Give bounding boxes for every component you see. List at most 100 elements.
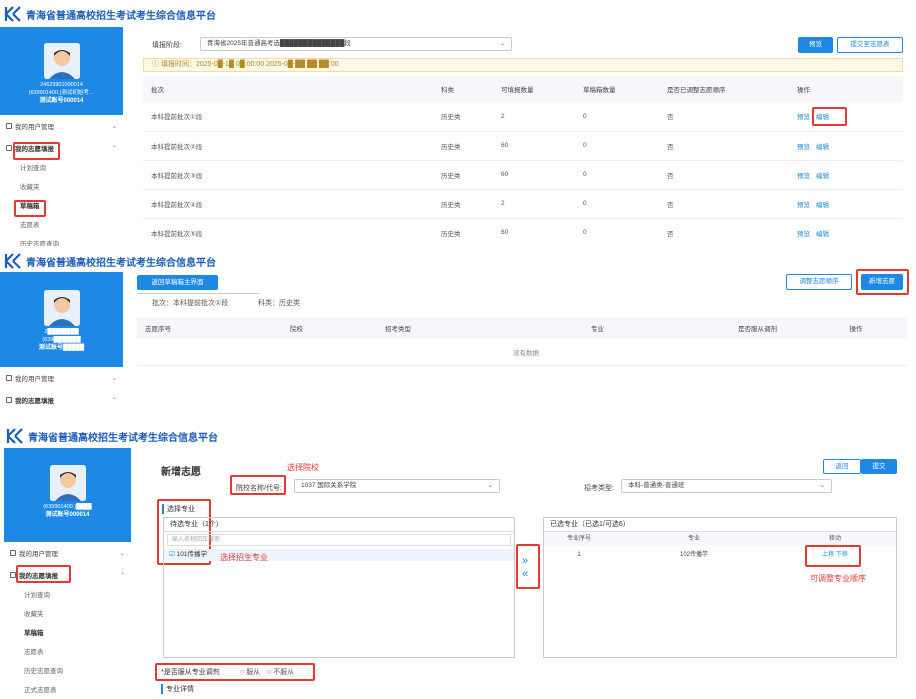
submit-button[interactable]: 提交 <box>861 459 897 474</box>
cell-cat: 历史类 <box>433 189 493 219</box>
batch-table: 批次 科类 可填报数量 草稿箱数量 是否已调整志愿顺序 操作 本科提前批次①段 历史类 2 0 否… <box>143 76 903 246</box>
highlight-box <box>805 545 861 567</box>
checkbox-checked-icon[interactable]: ☑ <box>169 551 175 558</box>
table-header: 志愿序号 院校 招考类型 专业 是否服从调剂 操作 <box>137 317 907 339</box>
panel-add-volunteer: 青海省普通高校招生考试考生综合信息平台 (639901400.)████ 测试账号… <box>0 421 916 699</box>
radio-icon: ○ <box>240 669 245 676</box>
preview-button[interactable]: 预览 <box>798 37 833 53</box>
chevron-down-icon: ⌄ <box>499 41 505 47</box>
cell-can: 60 <box>493 131 575 161</box>
highlight-box <box>14 200 46 217</box>
cell-draft: 0 <box>575 218 659 246</box>
cell-actions: 预览 编辑 <box>789 189 903 219</box>
cell-actions: 预览 编辑 <box>789 160 903 190</box>
obey-yes-radio[interactable]: ○ 服从 <box>240 667 260 677</box>
batch-info: 批次：本科提前批次①段 <box>152 300 229 307</box>
menu-volunteer-table[interactable]: 志愿表 <box>0 216 123 235</box>
edit-link[interactable]: 编辑 <box>816 231 829 238</box>
info-icon: ⓘ <box>152 61 161 68</box>
menu-favorites[interactable]: 收藏夹 <box>4 605 131 624</box>
cell-batch: 本科提前批次④段 <box>143 189 433 219</box>
table-row: 本科提前批次①段 历史类 2 0 否预览 编辑 <box>143 102 903 132</box>
cell-adjusted: 否 <box>659 218 789 246</box>
type-select[interactable]: 本科-普通类-普通班 ⌄ <box>621 479 832 493</box>
edit-link[interactable]: 编辑 <box>816 144 829 151</box>
cell-cat: 历史类 <box>433 131 493 161</box>
list-item[interactable]: ☑ 101传播学 <box>164 549 514 561</box>
volunteer-table: 志愿序号 院校 招考类型 专业 是否服从调剂 操作 没有数据 <box>137 317 907 366</box>
cell-can: 2 <box>493 189 575 219</box>
cell-draft: 0 <box>575 102 659 132</box>
annotation-school: 选择院校 <box>287 463 319 472</box>
panel-draft-list: 青海省普通高校招生考试考生综合信息平台 24629901000014 (63990… <box>0 0 916 246</box>
adjust-order-button[interactable]: 调整志愿顺序 <box>786 274 852 290</box>
back-button[interactable]: 返回 <box>823 459 861 474</box>
menu-formal[interactable]: 正式志愿表 <box>4 681 131 699</box>
chevron-down-icon: ⌄ <box>111 123 117 130</box>
chevron-down-icon: ⌄ <box>819 483 825 489</box>
table-row: 本科提前批次②段 历史类 60 0 否预览 编辑 <box>143 131 903 161</box>
chevron-up-icon: ⌃ <box>111 145 117 152</box>
cell-draft: 0 <box>575 131 659 161</box>
edit-link[interactable]: 编辑 <box>816 202 829 209</box>
chevron-down-icon: ⌄ <box>119 550 125 557</box>
chevron-up-icon: ⌃ <box>111 397 117 404</box>
profile-name: (639901400.)测试初始考… <box>28 90 95 96</box>
back-to-draft-button[interactable]: 返回草稿箱主界面 <box>137 275 218 290</box>
panel-draft-detail: 青海省普通高校招生考试考生综合信息平台 2████████ (639███████… <box>0 247 916 415</box>
preview-link[interactable]: 预览 <box>797 114 810 121</box>
avatar <box>43 290 80 326</box>
menu-draft[interactable]: 草稿箱 <box>4 624 131 643</box>
cell-adjusted: 否 <box>659 102 789 132</box>
menu-history[interactable]: 历史志愿查询 <box>4 662 131 681</box>
user-icon <box>6 123 12 129</box>
cell-actions: 预览 编辑 <box>789 218 903 246</box>
school-select[interactable]: 1037 国际关系学院 ⌄ <box>294 479 500 493</box>
type-label: 招考类型: <box>584 485 614 492</box>
submit-to-table-button[interactable]: 提交至志愿表 <box>837 37 903 53</box>
obey-no-radio[interactable]: ○ 不服从 <box>267 667 294 677</box>
empty-state: 没有数据 <box>137 339 907 366</box>
move-left-icon[interactable]: « <box>522 568 528 581</box>
profile-account[interactable]: 测试账号000014 <box>39 98 83 104</box>
menu-plan[interactable]: 计划查询 <box>0 159 123 178</box>
brand-title: 青海省普通高校招生考试考生综合信息平台 <box>26 10 216 22</box>
cell-cat: 历史类 <box>433 102 493 132</box>
menu-user-mgmt[interactable]: 我的用户管理 ⌄ <box>4 542 131 564</box>
edit-link[interactable]: 编辑 <box>816 173 829 180</box>
preview-link[interactable]: 预览 <box>797 144 810 151</box>
chevron-down-icon: ⌄ <box>111 375 117 382</box>
profile-card: 24629901000014 (639901400.)测试初始考… 测试账号0000… <box>0 27 123 115</box>
cell-batch: 本科提前批次③段 <box>143 160 433 190</box>
chevron-down-icon: ⌄ <box>487 483 493 489</box>
cell-batch: 本科提前批次⑤段 <box>143 218 433 246</box>
cell-can: 60 <box>493 218 575 246</box>
highlight-box <box>13 142 60 160</box>
menu-user-mgmt[interactable]: 我的用户管理 ⌄ <box>0 367 123 389</box>
preview-link[interactable]: 预览 <box>797 231 810 238</box>
logo-icon <box>4 253 21 269</box>
logo-icon <box>6 428 23 444</box>
selected-title: 已选专业（已选1/可选6） <box>544 518 896 532</box>
stage-select[interactable]: 青海省2025年普通高考选██████████████段 ⌄ <box>200 37 512 51</box>
menu-user-mgmt[interactable]: 我的用户管理 ⌄ <box>0 115 123 137</box>
menu-history[interactable]: 历史志愿查询 <box>0 235 123 246</box>
move-right-icon[interactable]: » <box>522 555 528 568</box>
preview-link[interactable]: 预览 <box>797 202 810 209</box>
preview-link[interactable]: 预览 <box>797 173 810 180</box>
avatar-icon <box>43 43 80 79</box>
radio-icon: ○ <box>267 669 272 676</box>
annotation-order: 可调整专业顺序 <box>810 574 866 583</box>
cell-draft: 0 <box>575 160 659 190</box>
menu-volunteer[interactable]: 我的志愿填报 ⌃ <box>0 389 123 411</box>
table-header: 专业序号 专业 移动 <box>544 532 896 546</box>
menu-favorites[interactable]: 收藏夹 <box>0 178 123 197</box>
annotation-major: 选择招生专业 <box>220 553 268 562</box>
cell-actions: 预览 编辑 <box>789 131 903 161</box>
choose-major-label: 选择专业 <box>162 504 195 514</box>
user-icon <box>6 375 12 381</box>
edit-icon <box>6 397 12 403</box>
menu-plan[interactable]: 计划查询 <box>4 586 131 605</box>
search-input[interactable]: 输入名称回车搜索 <box>167 534 511 546</box>
menu-volunteer-table[interactable]: 志愿表 <box>4 643 131 662</box>
